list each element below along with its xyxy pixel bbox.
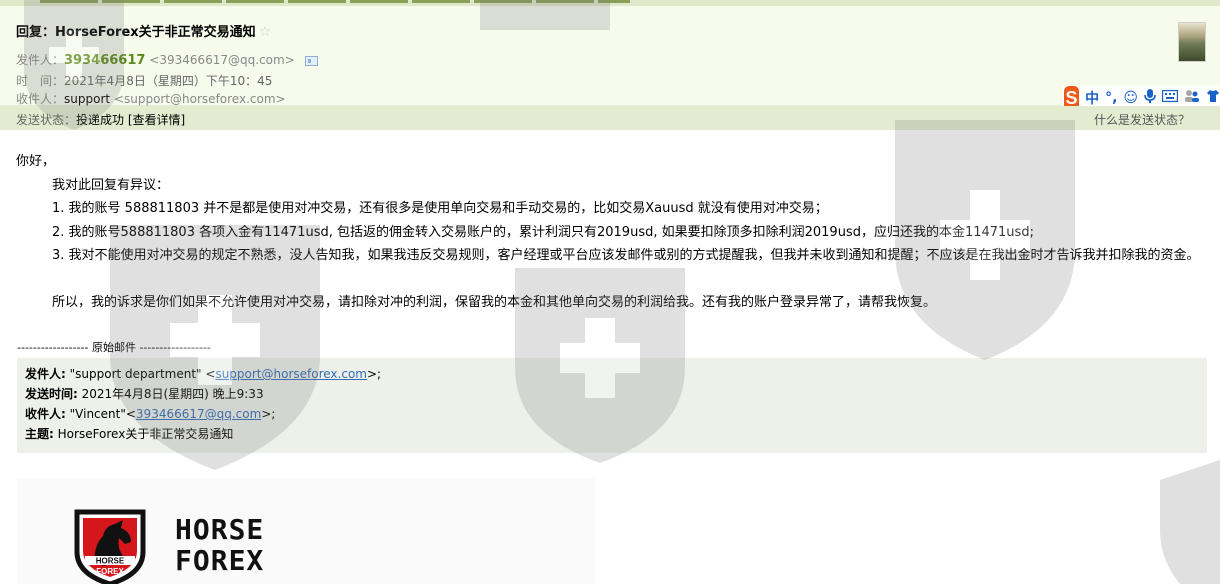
to-row: 收件人：support <support@horseforex.com> (16, 90, 286, 107)
toolbar-tabs[interactable] (40, 0, 630, 3)
shield-text-horse: HORSE (96, 557, 125, 566)
closing-line: 所以，我的诉求是你们如果不允许使用对冲交易，请扣除对冲的利润，保留我的本金和其他… (52, 295, 937, 310)
recipient-name[interactable]: support (64, 92, 110, 106)
send-status-label: 发送状态： (16, 113, 77, 127)
original-time-label: 发送时间: (25, 387, 78, 401)
ime-chinese-mode[interactable]: 中 (1085, 88, 1099, 108)
original-to-link[interactable]: 393466617@qq.com (136, 407, 261, 421)
brand-line-2: FOREX (175, 544, 265, 577)
original-mail-block: 发件人: "support department" <support@horse… (17, 358, 1207, 453)
original-mail-divider: ------------------ 原始邮件 ----------------… (17, 341, 211, 354)
original-to-suffix: >; (261, 407, 276, 421)
original-to-label: 收件人: (25, 407, 66, 421)
mail-header: 回复：HorseForex关于非正常交易通知 ☆ 发件人：393466617 <3… (0, 6, 1220, 110)
time-value: 2021年4月8日（星期四）下午10：45 (64, 74, 273, 88)
original-from-link[interactable]: support@horseforex.com (215, 367, 367, 381)
original-subject-value: HorseForex关于非正常交易通知 (57, 427, 234, 441)
original-from-suffix: >; (366, 367, 382, 381)
watermark-shield-icon (1160, 460, 1220, 584)
to-label: 收件人： (16, 92, 65, 106)
original-from-prefix: "support department" < (69, 367, 216, 381)
sender-avatar[interactable] (1178, 22, 1206, 62)
horseforex-shield-logo-icon: HORSE FOREX (74, 509, 146, 584)
original-time-row: 发送时间: 2021年4月8日(星期四) 晚上9:33 (25, 384, 1199, 404)
original-to-row: 收件人: "Vincent"<393466617@qq.com>; (25, 404, 1199, 424)
ime-emoji-icon[interactable]: ☺ (1123, 90, 1138, 106)
time-label: 时 间： (16, 74, 65, 88)
from-row: 发件人：393466617 <393466617@qq.com> (16, 51, 318, 68)
point-3: 3. 我对不能使用对冲交易的规定不熟悉，没人告知我，如果我违反交易规则，客户经理… (52, 248, 1200, 263)
greeting: 你好， (16, 154, 56, 169)
original-time-value: 2021年4月8日(星期四) 晚上9:33 (81, 387, 264, 401)
sender-name[interactable]: 393466617 (64, 53, 145, 68)
horseforex-banner: HORSE FOREX HORSE FOREX (17, 478, 595, 584)
contact-card-icon[interactable] (304, 55, 318, 66)
send-status: 发送状态：投递成功 [查看详情] (16, 111, 185, 128)
brand-line-1: HORSE (175, 513, 265, 546)
original-subject-row: 主题: HorseForex关于非正常交易通知 (25, 424, 1199, 444)
subject-text: 回复：HorseForex关于非正常交易通知 (16, 25, 256, 40)
brand-wordmark: HORSE FOREX (175, 514, 264, 576)
intro-line: 我对此回复有异议： (52, 178, 170, 193)
ime-punctuation-icon[interactable]: °, (1105, 90, 1117, 106)
star-icon[interactable]: ☆ (259, 24, 272, 40)
ime-keyboard-icon[interactable] (1161, 89, 1179, 106)
shield-text-forex: FOREX (96, 567, 124, 576)
send-status-bar: 发送状态：投递成功 [查看详情] 什么是发送状态？ (0, 106, 1220, 130)
from-label: 发件人： (16, 53, 65, 67)
time-row: 时 间：2021年4月8日（星期四）下午10：45 (16, 72, 272, 89)
ime-voice-icon[interactable] (1144, 88, 1156, 108)
point-2: 2. 我的账号588811803 各项入金有11471usd, 包括返的佣金转入… (52, 225, 1034, 240)
ime-skin-icon[interactable] (1206, 89, 1220, 107)
original-to-prefix: "Vincent"< (69, 407, 136, 421)
send-status-value: 投递成功 (76, 113, 125, 127)
recipient-address: <support@horseforex.com> (113, 92, 286, 106)
point-1: 1. 我的账号 588811803 并不是都是使用对冲交易，还有很多是使用单向交… (52, 201, 828, 216)
original-subject-label: 主题: (25, 427, 54, 441)
view-details-link[interactable]: [查看详情] (128, 113, 185, 127)
sender-address: <393466617@qq.com> (149, 53, 295, 67)
original-from-row: 发件人: "support department" <support@horse… (25, 364, 1199, 384)
mail-subject: 回复：HorseForex关于非正常交易通知 ☆ (16, 21, 271, 40)
original-from-label: 发件人: (25, 367, 66, 381)
what-is-status-link[interactable]: 什么是发送状态？ (1094, 111, 1190, 128)
ime-users-icon[interactable] (1184, 89, 1200, 107)
